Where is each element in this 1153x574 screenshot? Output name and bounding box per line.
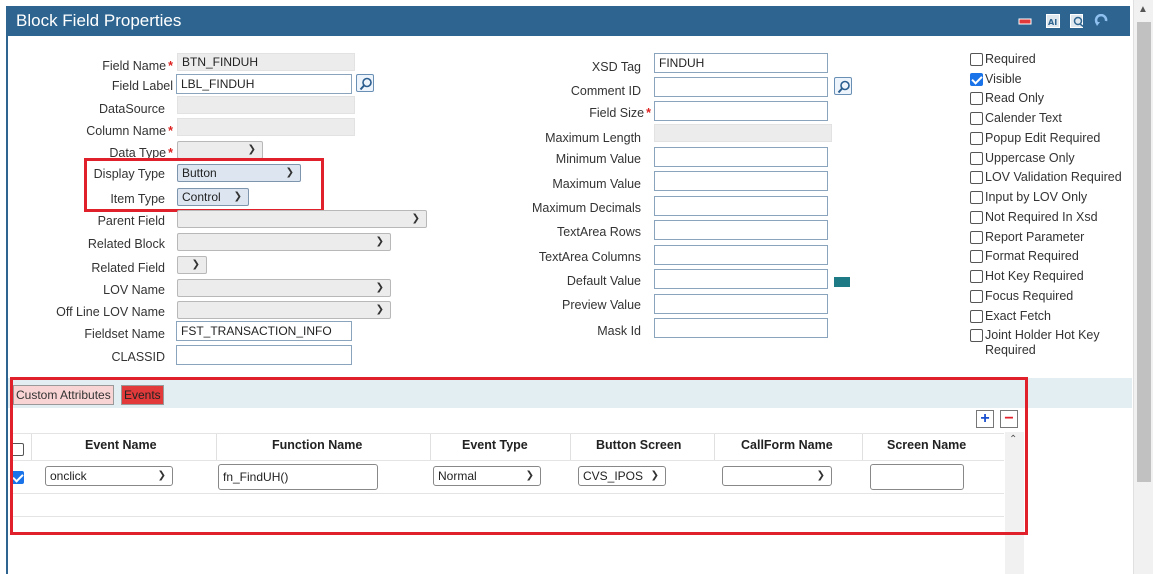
preview-value-label: Preview Value [562, 298, 641, 312]
fieldset-name-label: Fieldset Name [84, 327, 165, 341]
comment-id-label: Comment ID [570, 84, 641, 98]
maximum-length-field [654, 124, 832, 142]
checkbox-uppercase-only[interactable]: Uppercase Only [970, 151, 1075, 166]
checkbox-joint-holder-hot-key-required[interactable]: Joint Holder Hot Key Required [970, 328, 1120, 358]
checkbox-box[interactable] [970, 270, 983, 283]
xsd-tag-label: XSD Tag [591, 60, 641, 74]
data-type-select[interactable]: ❯ [177, 141, 263, 159]
fieldset-name-input[interactable]: FST_TRANSACTION_INFO [176, 321, 352, 341]
textarea-columns-input[interactable] [654, 245, 828, 265]
field-label-lookup-button[interactable] [356, 74, 374, 92]
column-name-label: Column Name * [86, 124, 173, 138]
classid-label: CLASSID [111, 350, 166, 364]
checkbox-visible[interactable]: Visible [970, 72, 1022, 87]
lov-name-label: LOV Name [103, 283, 165, 297]
page-scrollbar[interactable]: ▲ [1133, 0, 1153, 574]
checkbox-box[interactable] [970, 53, 983, 66]
related-field-select[interactable]: ❯ [177, 256, 207, 274]
checkbox-box[interactable] [970, 310, 983, 323]
field-size-input[interactable] [654, 101, 828, 121]
textarea-rows-input[interactable] [654, 220, 828, 240]
chevron-down-icon: ❯ [411, 213, 420, 224]
svg-text:AI: AI [1048, 18, 1057, 27]
maximum-value-label: Maximum Value [552, 177, 641, 191]
textarea-columns-label: TextArea Columns [538, 250, 641, 264]
checkbox-box[interactable] [970, 211, 983, 224]
offline-lov-name-label: Off Line LOV Name [56, 305, 165, 319]
textarea-rows-label: TextArea Rows [556, 225, 641, 239]
window-title: Block Field Properties [16, 11, 182, 30]
column-name-field [177, 118, 355, 136]
checkbox-required[interactable]: Required [970, 52, 1036, 67]
checkbox-box[interactable] [970, 132, 983, 145]
related-field-label: Related Field [91, 261, 165, 275]
checkbox-box[interactable] [970, 191, 983, 204]
scroll-up-icon[interactable]: ▲ [1138, 4, 1148, 15]
classid-input[interactable] [176, 345, 352, 365]
related-block-select[interactable]: ❯ [177, 233, 391, 251]
checkbox-box[interactable] [970, 171, 983, 184]
highlight-box-events-panel [10, 377, 1028, 535]
field-size-label: Field Size * [589, 106, 651, 120]
maximum-decimals-label: Maximum Decimals [531, 201, 641, 215]
default-value-label: Default Value [566, 274, 641, 288]
chevron-down-icon: ❯ [375, 236, 384, 247]
window-header: Block Field Properties AI [6, 6, 1130, 36]
checkbox-box[interactable] [970, 73, 983, 86]
left-border [6, 36, 8, 574]
chevron-down-icon: ❯ [375, 282, 384, 293]
checkbox-lov-validation-required[interactable]: LOV Validation Required [970, 170, 1122, 185]
checkbox-box[interactable] [970, 231, 983, 244]
datasource-field [177, 96, 355, 114]
preview-icon[interactable] [1070, 14, 1085, 28]
datasource-label: DataSource [98, 102, 165, 116]
checkbox-report-parameter[interactable]: Report Parameter [970, 230, 1084, 245]
parent-field-label: Parent Field [97, 214, 165, 228]
field-label-label: Field Label [111, 79, 173, 93]
field-name-field: BTN_FINDUH [177, 53, 355, 71]
highlight-box-display-type [84, 158, 324, 212]
lov-name-select[interactable]: ❯ [177, 279, 391, 297]
comment-id-input[interactable] [654, 77, 828, 97]
checkbox-box[interactable] [970, 290, 983, 303]
chevron-down-icon: ❯ [375, 304, 384, 315]
maximum-value-input[interactable] [654, 171, 828, 191]
checkbox-box[interactable] [970, 152, 983, 165]
checkbox-box[interactable] [970, 92, 983, 105]
checkbox-box[interactable] [970, 329, 983, 342]
comment-id-lookup-button[interactable] [834, 77, 852, 95]
preview-value-input[interactable] [654, 294, 828, 314]
checkbox-exact-fetch[interactable]: Exact Fetch [970, 309, 1051, 324]
field-name-label: Field Name * [102, 59, 173, 73]
refresh-icon[interactable] [1094, 13, 1108, 28]
checkbox-calender-text[interactable]: Calender Text [970, 111, 1062, 126]
checkbox-read-only[interactable]: Read Only [970, 91, 1044, 106]
color-swatch[interactable] [834, 277, 850, 287]
mask-id-label: Mask Id [597, 324, 641, 338]
parent-field-select[interactable]: ❯ [177, 210, 427, 228]
page-scrollbar-thumb[interactable] [1137, 22, 1151, 482]
checkbox-box[interactable] [970, 112, 983, 125]
checkbox-not-required-in-xsd[interactable]: Not Required In Xsd [970, 210, 1098, 225]
checkbox-popup-edit-required[interactable]: Popup Edit Required [970, 131, 1100, 146]
offline-lov-name-select[interactable]: ❯ [177, 301, 391, 319]
minimize-icon[interactable] [1018, 14, 1032, 28]
minimum-value-input[interactable] [654, 147, 828, 167]
xsd-tag-input[interactable]: FINDUH [654, 53, 828, 73]
mask-id-input[interactable] [654, 318, 828, 338]
chevron-down-icon: ❯ [191, 259, 200, 270]
checkbox-format-required[interactable]: Format Required [970, 249, 1079, 264]
checkbox-input-by-lov-only[interactable]: Input by LOV Only [970, 190, 1087, 205]
ai-icon[interactable]: AI [1046, 14, 1060, 28]
default-value-input[interactable] [654, 269, 828, 289]
checkbox-focus-required[interactable]: Focus Required [970, 289, 1073, 304]
checkbox-box[interactable] [970, 250, 983, 263]
related-block-label: Related Block [87, 237, 165, 251]
checkbox-hot-key-required[interactable]: Hot Key Required [970, 269, 1084, 284]
minimum-value-label: Minimum Value [555, 152, 641, 166]
chevron-down-icon: ❯ [247, 144, 256, 155]
maximum-decimals-input[interactable] [654, 196, 828, 216]
field-label-input[interactable]: LBL_FINDUH [176, 74, 352, 94]
maximum-length-label: Maximum Length [545, 131, 641, 145]
